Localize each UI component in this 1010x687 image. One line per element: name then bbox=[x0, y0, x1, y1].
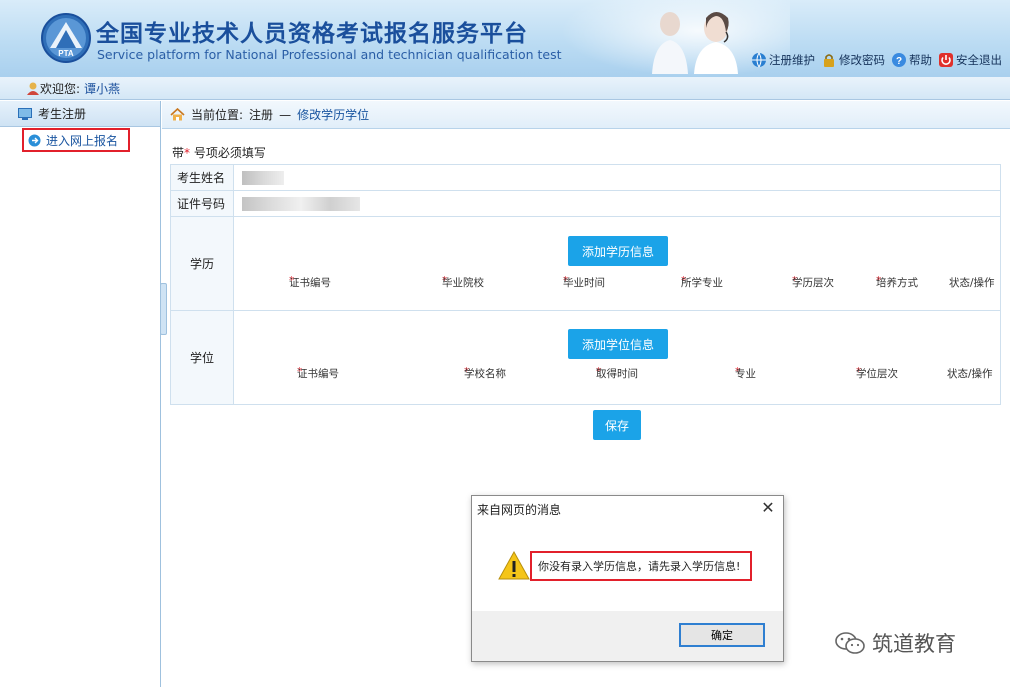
logout-link[interactable]: 安全退出 bbox=[938, 52, 1002, 68]
required-note-prefix: 带 bbox=[172, 146, 185, 160]
globe-icon bbox=[752, 52, 766, 68]
dialog-message: 你没有录入学历信息，请先录入学历信息! bbox=[530, 551, 752, 581]
breadcrumb-separator: — bbox=[279, 107, 292, 122]
help-label: 帮助 bbox=[909, 53, 932, 67]
help-link[interactable]: ? 帮助 bbox=[891, 52, 932, 68]
lock-icon bbox=[824, 54, 834, 67]
power-icon bbox=[939, 53, 953, 67]
wechat-icon bbox=[835, 632, 865, 654]
education-label: 学历 bbox=[170, 216, 234, 311]
register-maintain-link[interactable]: 注册维护 bbox=[751, 52, 815, 68]
monitor-icon bbox=[18, 107, 32, 120]
id-redacted bbox=[242, 196, 360, 211]
header-banner: PTA 全国专业技术人员资格考试报名服务平台 Service platform … bbox=[0, 0, 1010, 77]
id-label: 证件号码 bbox=[170, 190, 234, 217]
add-education-button[interactable]: 添加学历信息 bbox=[568, 236, 668, 266]
sidebar: 考生注册 进入网上报名 bbox=[0, 101, 161, 687]
dialog-footer: 确定 bbox=[472, 611, 783, 661]
breadcrumb: 当前位置: 注册 — 修改学历学位 bbox=[162, 101, 1010, 129]
sidebar-item-label: 进入网上报名 bbox=[46, 133, 119, 148]
sidebar-heading-label: 考生注册 bbox=[38, 107, 87, 121]
required-note: 带* 号项必须填写 bbox=[172, 144, 266, 161]
top-links: 注册维护 修改密码 ? 帮助 安全退出 bbox=[751, 52, 1002, 68]
svg-text:PTA: PTA bbox=[58, 49, 74, 58]
page: PTA 全国专业技术人员资格考试报名服务平台 Service platform … bbox=[0, 0, 1010, 687]
required-note-suffix: 号项必须填写 bbox=[193, 146, 266, 160]
alert-dialog: 来自网页的消息 ✕ 你没有录入学历信息，请先录入学历信息! 确定 bbox=[471, 495, 784, 662]
edu-col-status: 状态/操作 bbox=[949, 277, 995, 289]
required-star: * bbox=[184, 146, 191, 160]
watermark: 筑道教育 bbox=[834, 628, 956, 658]
degree-columns: * 证书编号 * 学校名称 * 取得时间 * 专业 * 学位层次 状态/操作 bbox=[297, 366, 993, 380]
arrow-right-circle-icon bbox=[28, 134, 41, 146]
id-value bbox=[233, 190, 1001, 217]
watermark-text: 筑道教育 bbox=[872, 632, 956, 656]
degree-section: 添加学位信息 * 证书编号 * 学校名称 * 取得时间 * 专业 * 学位层次 状态/操作 bbox=[233, 310, 1001, 405]
deg-col-status: 状态/操作 bbox=[947, 368, 993, 380]
breadcrumb-path: 注册 bbox=[249, 108, 274, 122]
sidebar-collapse-handle[interactable] bbox=[160, 283, 167, 335]
add-degree-button[interactable]: 添加学位信息 bbox=[568, 329, 668, 359]
breadcrumb-prefix: 当前位置: bbox=[191, 108, 244, 122]
site-subtitle: Service platform for National Profession… bbox=[97, 47, 562, 62]
name-label: 考生姓名 bbox=[170, 164, 234, 191]
user-icon bbox=[27, 82, 39, 95]
education-section: 添加学历信息 * 证书编号 * 毕业院校 * 毕业时间 * 所学专业 * 学历层次 * 培养… bbox=[233, 216, 1001, 311]
pta-logo-icon: PTA bbox=[41, 13, 91, 63]
dialog-body: 你没有录入学历信息，请先录入学历信息! bbox=[472, 522, 783, 612]
ok-button[interactable]: 确定 bbox=[679, 623, 765, 647]
welcome-prefix: 欢迎您: bbox=[40, 81, 81, 96]
name-redacted bbox=[242, 170, 284, 185]
welcome-bar: 欢迎您: 谭小燕 bbox=[0, 77, 1010, 100]
degree-label: 学位 bbox=[170, 310, 234, 405]
dialog-title: 来自网页的消息 bbox=[477, 502, 562, 517]
change-password-label: 修改密码 bbox=[839, 53, 885, 67]
save-button[interactable]: 保存 bbox=[593, 410, 641, 440]
sidebar-heading[interactable]: 考生注册 bbox=[0, 101, 160, 127]
register-maintain-label: 注册维护 bbox=[769, 53, 815, 67]
education-columns: * 证书编号 * 毕业院校 * 毕业时间 * 所学专业 * 学历层次 * 培养方式 状态/操… bbox=[289, 275, 995, 289]
change-password-link[interactable]: 修改密码 bbox=[821, 52, 885, 68]
support-staff-image bbox=[652, 12, 738, 74]
warning-icon bbox=[498, 551, 530, 580]
logout-label: 安全退出 bbox=[956, 53, 1002, 67]
name-value bbox=[233, 164, 1001, 191]
close-icon[interactable]: ✕ bbox=[759, 499, 777, 517]
help-icon: ? bbox=[892, 53, 906, 67]
welcome-user: 谭小燕 bbox=[84, 81, 121, 96]
sidebar-item-online-registration[interactable]: 进入网上报名 bbox=[22, 128, 130, 152]
breadcrumb-current: 修改学历学位 bbox=[297, 108, 370, 122]
home-icon bbox=[170, 108, 185, 121]
svg-text:?: ? bbox=[896, 56, 902, 67]
education-form: 考生姓名 证件号码 学历 添加学历信息 * 证书编号 * 毕业院校 * 毕业时间 * 所… bbox=[170, 164, 1001, 405]
site-title: 全国专业技术人员资格考试报名服务平台 bbox=[96, 21, 528, 47]
